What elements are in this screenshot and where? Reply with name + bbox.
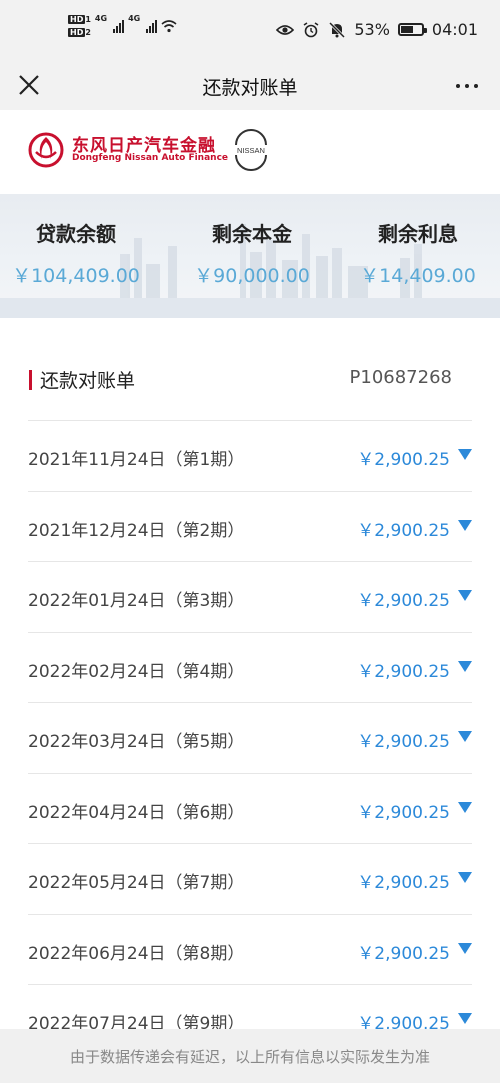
installment-row[interactable]: 2021年12月24日（第2期） ￥2,900.25 (28, 490, 472, 562)
loan-balance-amount: ￥104,409.00 (12, 265, 140, 287)
nissan-logo-icon: NISSAN (235, 129, 267, 171)
signal-icon-2 (146, 19, 158, 33)
disclaimer-text: 由于数据传递会有延迟，以上所有信息以实际发生为准 (69, 1048, 430, 1066)
installment-amount: ￥2,900.25 (357, 520, 450, 541)
remaining-principal-label: 剩余本金 (212, 222, 292, 246)
remaining-principal-amount: ￥90,000.00 (194, 265, 310, 287)
expand-triangle-icon[interactable] (458, 590, 472, 601)
expand-triangle-icon[interactable] (458, 1013, 472, 1024)
nissan-logo-text: NISSAN (237, 146, 265, 155)
installment-row[interactable]: 2022年06月24日（第8期） ￥2,900.25 (28, 913, 472, 985)
page-title: 还款对账单 (202, 77, 298, 99)
battery-icon (397, 23, 427, 36)
expand-triangle-icon[interactable] (458, 660, 472, 672)
remaining-interest: 剩余利息 ￥14,409.00 (338, 218, 498, 288)
loan-balance-label: 贷款余额 (36, 222, 116, 246)
installment-amount: ￥2,900.25 (357, 943, 450, 964)
status-right: 53% 04:01 (276, 20, 478, 39)
hd2-label: HD (68, 28, 86, 37)
remaining-principal: 剩余本金 ￥90,000.00 (172, 218, 332, 288)
installment-date: 2021年11月24日（第1期） (28, 450, 245, 470)
hd2-indicator: HD 2 (68, 27, 91, 38)
installment-row[interactable]: 2022年05月24日（第7期） ￥2,900.25 (28, 843, 472, 914)
signal-icon (113, 19, 125, 33)
installment-list: 2021年11月24日（第1期） ￥2,900.25 2021年12月24日（第… (0, 420, 500, 1055)
brand-header: 东风日产汽车金融 Dongfeng Nissan Auto Finance NI… (0, 110, 500, 194)
hd-indicators: HD 1 HD 2 (68, 14, 91, 38)
installment-amount: ￥2,900.25 (357, 732, 450, 752)
network-type-2: 4G (128, 14, 141, 23)
installment-row[interactable]: 2022年02月24日（第4期） ￥2,900.25 (28, 631, 472, 703)
installment-amount: ￥2,900.25 (357, 661, 450, 682)
expand-triangle-icon[interactable] (458, 449, 472, 460)
statement-id: P10687268 (349, 367, 452, 388)
network-type-1: 4G (94, 14, 108, 23)
title-bar: 还款对账单 (0, 62, 500, 110)
installment-row[interactable]: 2022年03月24日（第5期） ￥2,900.25 (28, 702, 472, 773)
section-accent-bar (29, 370, 32, 390)
remaining-interest-amount: ￥14,409.00 (360, 265, 476, 287)
status-bar: HD 1 HD 2 4G 4G 53% 04:01 (0, 0, 500, 62)
installment-row[interactable]: 2021年11月24日（第1期） ￥2,900.25 (28, 420, 472, 491)
clock: 04:01 (431, 20, 478, 39)
footer-disclaimer: 由于数据传递会有延迟，以上所有信息以实际发生为准 (0, 1029, 500, 1083)
hd1-indicator: HD 1 (68, 14, 91, 25)
status-left: HD 1 HD 2 4G 4G (68, 14, 177, 38)
mute-bell-icon (329, 21, 346, 38)
installment-date: 2022年06月24日（第8期） (28, 943, 245, 964)
expand-triangle-icon[interactable] (458, 731, 472, 742)
installment-amount: ￥2,900.25 (357, 591, 450, 611)
expand-triangle-icon[interactable] (458, 801, 472, 813)
installment-row[interactable]: 2022年01月24日（第3期） ￥2,900.25 (28, 561, 472, 632)
installment-date: 2022年01月24日（第3期） (28, 591, 245, 611)
wifi-icon (161, 20, 177, 33)
expand-triangle-icon[interactable] (458, 872, 472, 883)
installment-date: 2022年05月24日（第7期） (28, 873, 245, 893)
installment-amount: ￥2,900.25 (357, 450, 450, 470)
brand-name-en: Dongfeng Nissan Auto Finance (72, 153, 229, 163)
alarm-icon (303, 21, 319, 37)
installment-date: 2021年12月24日（第2期） (28, 520, 245, 541)
hd2-sub: 2 (85, 28, 91, 37)
remaining-interest-label: 剩余利息 (378, 222, 458, 246)
installment-date: 2022年04月24日（第6期） (28, 802, 245, 823)
dongfeng-logo-icon (28, 132, 64, 168)
installment-amount: ￥2,900.25 (357, 873, 450, 893)
expand-triangle-icon[interactable] (458, 942, 472, 954)
installment-date: 2022年03月24日（第5期） (28, 732, 245, 752)
installment-row[interactable]: 2022年04月24日（第6期） ￥2,900.25 (28, 772, 472, 844)
expand-triangle-icon[interactable] (458, 519, 472, 531)
loan-summary: 贷款余额 ￥104,409.00 剩余本金 ￥90,000.00 剩余利息 ￥1… (0, 194, 500, 318)
hd1-label: HD (68, 15, 86, 24)
statement-header: 还款对账单 P10687268 (0, 318, 500, 420)
loan-balance: 贷款余额 ￥104,409.00 (0, 218, 156, 288)
eye-icon (276, 24, 295, 35)
installment-amount: ￥2,900.25 (357, 802, 450, 823)
more-options-button[interactable] (456, 84, 478, 88)
installment-date: 2022年02月24日（第4期） (28, 661, 245, 682)
hd1-sub: 1 (85, 15, 91, 24)
statement-title: 还款对账单 (40, 370, 136, 392)
battery-percent: 53% (354, 20, 390, 39)
